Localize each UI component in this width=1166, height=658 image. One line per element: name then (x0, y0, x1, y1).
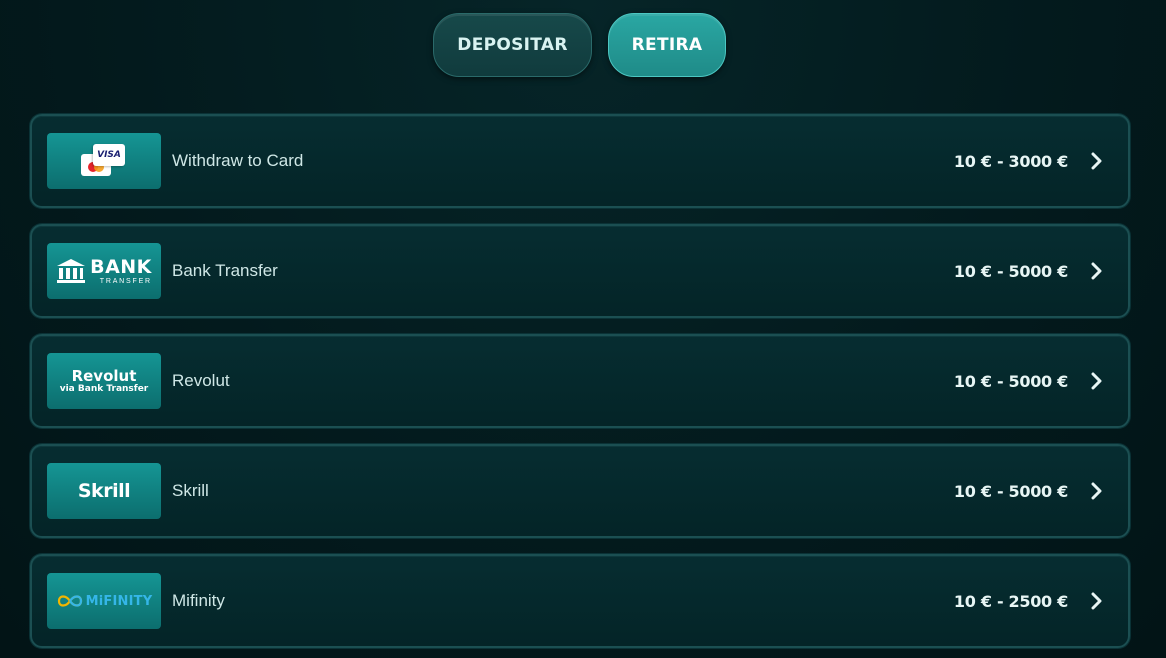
bank-icon (57, 259, 86, 283)
method-row-mifinity[interactable]: MiFINITY Mifinity 10 € - 2500 € (30, 554, 1130, 648)
chevron-right-icon (1091, 152, 1102, 170)
card-icon: VISA (81, 144, 127, 178)
method-row-skrill[interactable]: Skrill Skrill 10 € - 5000 € (30, 444, 1130, 538)
method-name: Mifinity (172, 591, 225, 610)
revolut-logo-text: Revolut (71, 366, 137, 385)
method-limits: 10 € - 3000 € (953, 151, 1068, 171)
skrill-logo-text: Skrill (77, 480, 131, 502)
method-row-revolut[interactable]: Revolut via Bank Transfer Revolut 10 € -… (30, 334, 1130, 428)
chevron-right-icon (1091, 592, 1102, 610)
method-name: Bank Transfer (172, 261, 278, 280)
skrill-logo: Skrill (47, 463, 161, 519)
method-row-card[interactable]: VISA Withdraw to Card 10 € - 3000 € (30, 114, 1130, 208)
method-name: Withdraw to Card (172, 151, 304, 170)
method-limits: 10 € - 5000 € (953, 371, 1068, 391)
infinity-icon (57, 595, 82, 607)
visa-logo-text: VISA (93, 144, 125, 166)
payment-tabs: DEPOSITAR RETIRA (433, 13, 726, 77)
revolut-logo-subtext: via Bank Transfer (59, 383, 149, 394)
method-name: Revolut (172, 371, 230, 390)
bank-logo-text: BANK (90, 255, 152, 278)
withdraw-methods-list: VISA Withdraw to Card 10 € - 3000 € BANK… (30, 114, 1130, 658)
tab-deposit[interactable]: DEPOSITAR (433, 13, 592, 77)
method-name: Skrill (172, 481, 209, 500)
tab-withdraw[interactable]: RETIRA (608, 13, 726, 77)
method-row-bank-transfer[interactable]: BANK TRANSFER Bank Transfer 10 € - 5000 … (30, 224, 1130, 318)
method-limits: 10 € - 2500 € (953, 591, 1068, 611)
card-logo: VISA (47, 133, 161, 189)
mifinity-logo: MiFINITY (47, 573, 161, 629)
revolut-logo: Revolut via Bank Transfer (47, 353, 161, 409)
method-limits: 10 € - 5000 € (953, 481, 1068, 501)
chevron-right-icon (1091, 482, 1102, 500)
chevron-right-icon (1091, 372, 1102, 390)
bank-transfer-logo: BANK TRANSFER (47, 243, 161, 299)
method-limits: 10 € - 5000 € (953, 261, 1068, 281)
chevron-right-icon (1091, 262, 1102, 280)
bank-logo-subtext: TRANSFER (99, 277, 152, 285)
mifinity-logo-text: MiFINITY (85, 593, 153, 609)
